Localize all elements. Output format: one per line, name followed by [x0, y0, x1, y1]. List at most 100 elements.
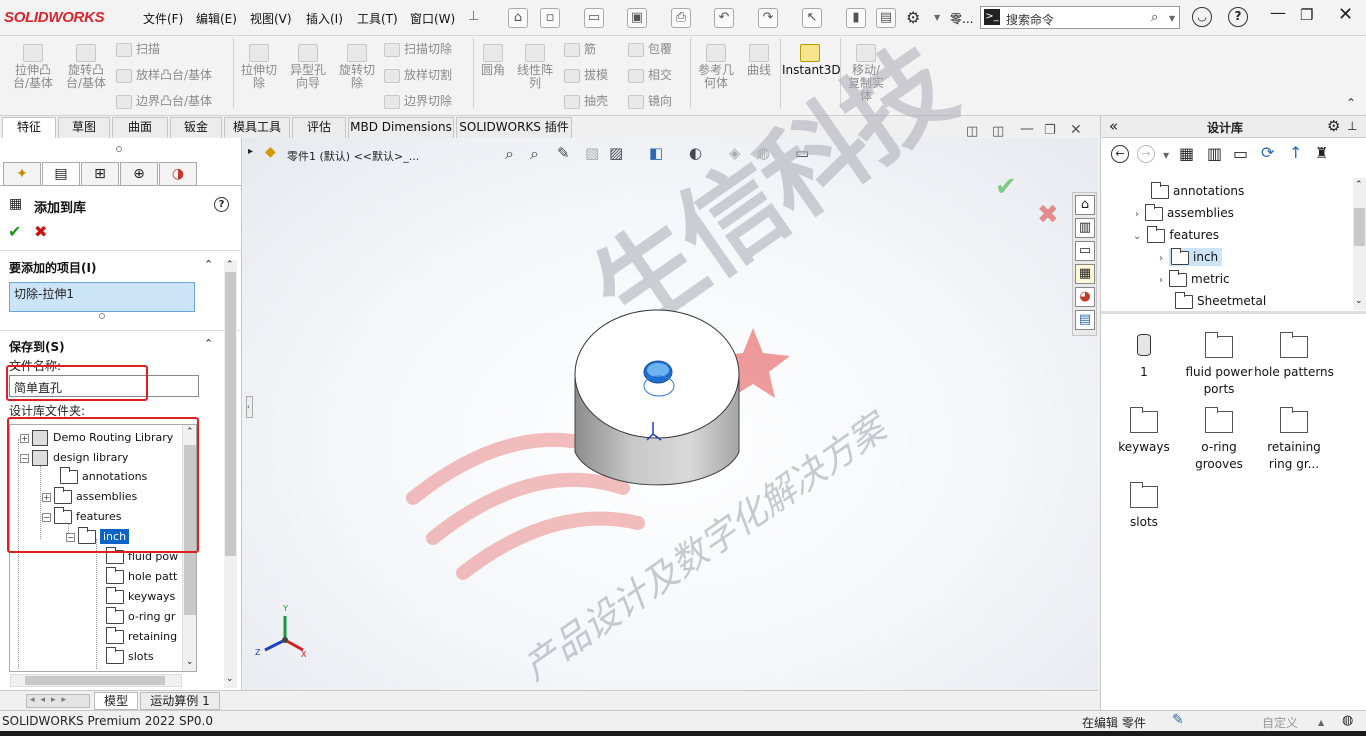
tree-item-keyways[interactable]: keyways: [106, 587, 175, 604]
tree-item-hole-patterns[interactable]: hole patt: [106, 567, 177, 584]
search-caret-icon[interactable]: ▼: [1169, 14, 1175, 23]
menu-file[interactable]: 文件(F): [143, 10, 183, 27]
wrap-button[interactable]: 包覆: [628, 40, 672, 57]
print-icon[interactable]: ⎙: [671, 8, 691, 28]
expand-chevron-icon[interactable]: ›: [1159, 275, 1163, 286]
intersect-button[interactable]: 相交: [628, 66, 672, 83]
status-units[interactable]: 自定义: [1262, 714, 1298, 731]
rib-button[interactable]: 筋: [564, 40, 596, 57]
panel-grip-icon[interactable]: [116, 146, 122, 152]
rp-tree-features[interactable]: ⌄ features: [1133, 225, 1219, 243]
search-commands-box[interactable]: >_ 搜索命令 ⌕ ▼: [980, 6, 1180, 29]
collapse-ribbon-icon[interactable]: ⌃: [1346, 96, 1356, 110]
grid-item-fluid-power-ports[interactable]: fluid power ports: [1179, 364, 1259, 398]
options-gear-icon[interactable]: ⚙: [906, 8, 920, 27]
add-to-library-toolbar-icon[interactable]: ▦: [1179, 144, 1194, 163]
rp-tree-metric[interactable]: › metric: [1159, 269, 1230, 287]
options-caret-icon[interactable]: ▼: [934, 13, 940, 22]
appearances-icon[interactable]: ◕: [1075, 287, 1095, 307]
hole-wizard-button[interactable]: 异型孔 向导: [285, 44, 331, 90]
curves-button[interactable]: 曲线: [742, 44, 776, 77]
collapse-items-icon[interactable]: ⌃: [204, 258, 213, 271]
tree-hscroll-thumb[interactable]: [25, 676, 165, 685]
configuration-manager-tab-icon[interactable]: ⊞: [81, 162, 119, 186]
list-resize-grip-icon[interactable]: [99, 313, 105, 319]
menu-tools[interactable]: 工具(T): [357, 10, 398, 27]
revolve-cut-button[interactable]: 旋转切 除: [334, 44, 380, 90]
rp-tree-annotations[interactable]: annotations: [1151, 181, 1244, 199]
viewport-close-icon[interactable]: ✕: [1070, 122, 1082, 138]
reference-geometry-button[interactable]: 参考几 何体: [694, 44, 738, 90]
draft-button[interactable]: 拔模: [564, 66, 608, 83]
tree-item-retaining[interactable]: retaining: [106, 627, 177, 644]
collapse-save-icon[interactable]: ⌃: [204, 337, 213, 350]
solidworks-resources-icon[interactable]: ⌂: [1075, 195, 1095, 215]
display-manager-tab-icon[interactable]: ◑: [159, 162, 197, 186]
tab-model[interactable]: 模型: [94, 692, 138, 710]
folder-icon[interactable]: [1280, 332, 1308, 358]
pin-icon[interactable]: ⊥: [468, 9, 479, 24]
rp-scroll-thumb[interactable]: [1354, 208, 1365, 246]
save-icon[interactable]: ▣: [627, 8, 647, 28]
shell-button[interactable]: 抽壳: [564, 92, 608, 109]
grid-item-o-ring-grooves[interactable]: o-ring grooves: [1179, 439, 1259, 473]
viewport-minimize-icon[interactable]: —: [1020, 121, 1034, 137]
close-window-icon[interactable]: ✕: [1338, 4, 1353, 25]
rp-tree-assemblies[interactable]: › assemblies: [1135, 203, 1234, 221]
folder-icon[interactable]: [1280, 407, 1308, 433]
search-input[interactable]: 搜索命令: [1006, 11, 1054, 28]
panel-scroll-up-icon[interactable]: ⌃: [226, 260, 234, 270]
user-account-icon[interactable]: ◡: [1192, 7, 1212, 27]
solidworks-logo[interactable]: SOLIDWORKS: [4, 9, 105, 26]
folder-icon[interactable]: [1130, 482, 1158, 508]
tab-sheet-metal[interactable]: 钣金: [170, 117, 222, 138]
panel-scroll-down-icon[interactable]: ⌄: [226, 674, 234, 684]
restore-icon[interactable]: ❐: [1300, 6, 1313, 24]
dimxpert-tab-icon[interactable]: ⊕: [120, 162, 158, 186]
redo-icon[interactable]: ↷: [758, 8, 778, 28]
generate-palette-icon[interactable]: ♜: [1315, 144, 1328, 162]
tab-surfaces[interactable]: 曲面: [112, 117, 168, 138]
sweep-button[interactable]: 扫描: [116, 40, 160, 57]
tab-mold-tools[interactable]: 模具工具: [224, 117, 290, 138]
feature-manager-tab-icon[interactable]: ✦: [3, 162, 41, 186]
menu-window[interactable]: 窗口(W): [410, 10, 455, 27]
panel-scrollbar[interactable]: ⌃ ⌄: [224, 260, 237, 688]
grid-item-1[interactable]: 1: [1104, 364, 1184, 381]
up-one-level-icon[interactable]: ↑: [1289, 143, 1302, 162]
tab-features[interactable]: 特征: [2, 117, 56, 138]
menu-help-short[interactable]: 零...: [950, 10, 973, 27]
panel-help-icon[interactable]: ?: [214, 197, 229, 212]
rp-tree-scrollbar[interactable]: ⌃ ⌄: [1353, 178, 1366, 310]
tab-motion-study[interactable]: 运动算例 1: [140, 692, 220, 710]
linear-pattern-button[interactable]: 线性阵 列: [512, 44, 558, 90]
tab-evaluate[interactable]: 评估: [292, 117, 346, 138]
tree-hscrollbar[interactable]: [10, 674, 182, 687]
cancel-x-icon[interactable]: ✖: [34, 222, 47, 241]
boundary-boss-button[interactable]: 边界凸台/基体: [116, 92, 212, 109]
menu-view[interactable]: 视图(V): [250, 10, 292, 27]
tree-item-slots[interactable]: slots: [106, 647, 154, 664]
expand-chevron-icon[interactable]: ›: [1135, 209, 1139, 220]
graphics-area[interactable]: ‹ ▸ ◆ 零件1 (默认) <<默认>_... ⌕ ⌕ ✎ ▧ ▨ ◧ ◐ ◈…: [243, 24, 1098, 690]
tree-expand-arrow-icon[interactable]: ▸: [248, 146, 253, 157]
select-icon[interactable]: ↖: [802, 8, 822, 28]
tab-scroll-arrows-icon[interactable]: ◂◂▸▸: [26, 694, 90, 708]
home-icon[interactable]: ⌂: [508, 8, 528, 28]
mirror-button[interactable]: 镜向: [628, 92, 672, 109]
menu-insert[interactable]: 插入(I): [306, 10, 343, 27]
selected-items-list[interactable]: 切除-拉伸1: [9, 282, 195, 312]
viewport-tile-right-icon[interactable]: ◫: [992, 124, 1004, 139]
rp-tree-sheetmetal[interactable]: Sheetmetal: [1175, 291, 1266, 309]
grid-item-slots[interactable]: slots: [1104, 514, 1184, 531]
units-caret-icon[interactable]: ▲: [1318, 718, 1324, 727]
search-icon[interactable]: ⌕: [1151, 10, 1158, 25]
add-file-location-icon[interactable]: ▥: [1207, 144, 1222, 163]
grid-item-hole-patterns[interactable]: hole patterns: [1254, 364, 1334, 381]
lofted-cut-button[interactable]: 放样切割: [384, 66, 452, 83]
library-tree-view[interactable]: annotations › assemblies ⌄ features › inch …: [1101, 174, 1366, 314]
undo-icon[interactable]: ↶: [714, 8, 734, 28]
design-library-tab-icon[interactable]: ▥: [1075, 218, 1095, 238]
viewport-tile-left-icon[interactable]: ◫: [966, 124, 978, 139]
history-caret-icon[interactable]: ▼: [1163, 151, 1169, 160]
